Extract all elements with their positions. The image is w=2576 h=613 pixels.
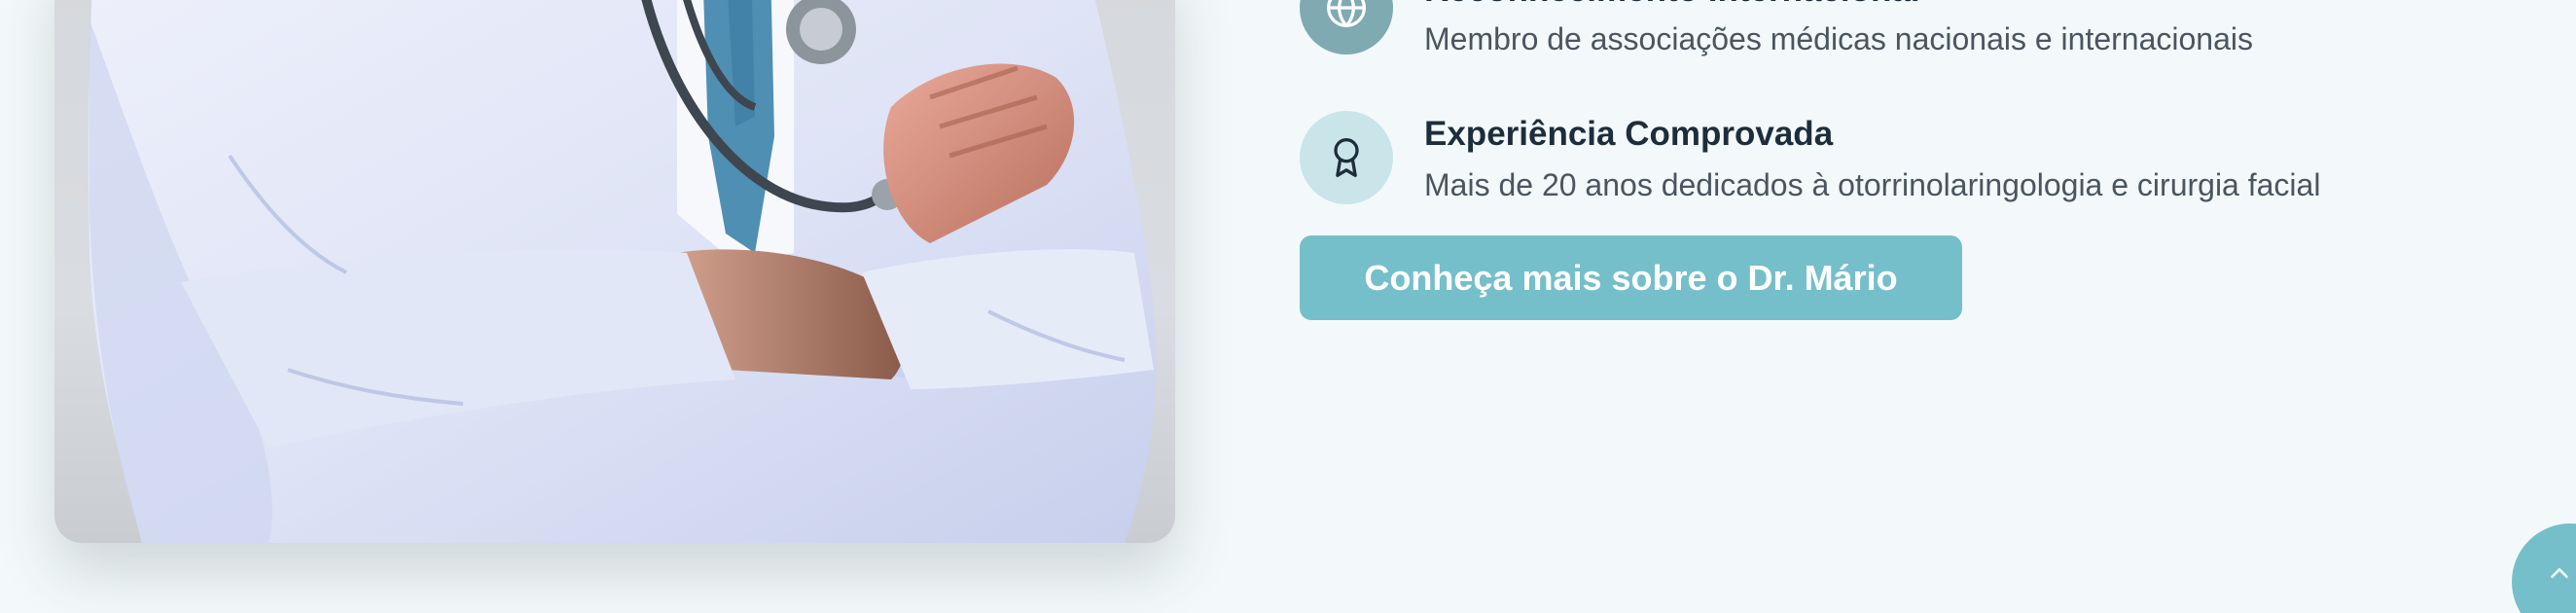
globe-icon [1300,0,1393,54]
chevron-up-icon [2551,568,2568,578]
award-icon [1300,111,1393,204]
learn-more-button[interactable]: Conheça mais sobre o Dr. Mário [1300,235,1962,320]
about-section: Reconhecimento Internacional Membro de a… [0,0,2576,613]
feature-title: Reconhecimento Internacional [1424,0,1920,10]
feature-description: Membro de associações médicas nacionais … [1424,21,2253,56]
doctor-photo [54,0,1175,543]
feature-description: Mais de 20 anos dedicados à otorrinolari… [1424,167,2321,202]
scroll-to-top-button[interactable] [2512,523,2576,613]
feature-title: Experiência Comprovada [1424,115,1834,153]
